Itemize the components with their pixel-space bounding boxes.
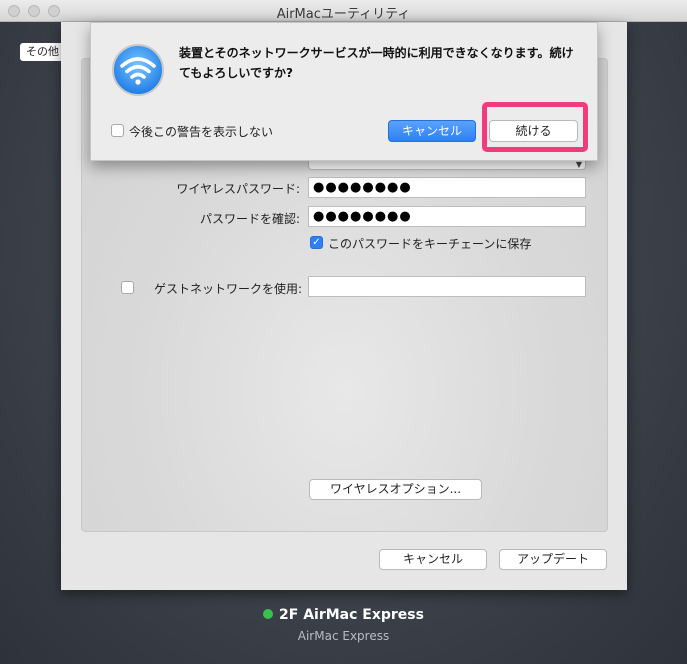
guest-network-checkbox[interactable]	[121, 281, 134, 294]
wireless-options-button[interactable]: ワイヤレスオプション...	[309, 479, 482, 500]
suppress-warning-checkbox[interactable]	[111, 124, 124, 137]
wireless-password-label: ワイヤレスパスワード:	[176, 182, 300, 196]
continue-highlight	[482, 102, 588, 152]
keychain-checkbox[interactable]: ✓	[310, 236, 323, 249]
suppress-warning-label: 今後この警告を表示しない	[129, 125, 274, 139]
confirm-password-label: パスワードを確認:	[199, 212, 300, 226]
keychain-label: このパスワードをキーチェーンに保存	[328, 237, 532, 251]
wireless-password-field[interactable]: ●●●●●●●●	[308, 177, 586, 198]
guest-network-field[interactable]	[308, 276, 586, 297]
status-dot-icon	[263, 609, 274, 619]
device-name: 2F AirMac Express	[0, 607, 687, 623]
device-model: AirMac Express	[297, 629, 390, 643]
window-titlebar: AirMacユーティリティ	[0, 0, 687, 22]
sheet-cancel-button[interactable]: キャンセル	[379, 549, 487, 570]
other-button[interactable]: その他	[20, 43, 66, 61]
update-button[interactable]: アップデート	[499, 549, 607, 570]
alert-cancel-button[interactable]: キャンセル	[388, 120, 476, 142]
device-name-text: 2F AirMac Express	[279, 607, 424, 623]
alert-message: 装置とそのネットワークサービスが一時的に利用できなくなります。続けてもよろしいで…	[179, 46, 574, 80]
guest-network-label: ゲストネットワークを使用:	[153, 282, 302, 296]
confirm-password-field[interactable]: ●●●●●●●●	[308, 206, 586, 227]
wifi-icon	[112, 44, 164, 96]
window-title: AirMacユーティリティ	[276, 7, 411, 22]
